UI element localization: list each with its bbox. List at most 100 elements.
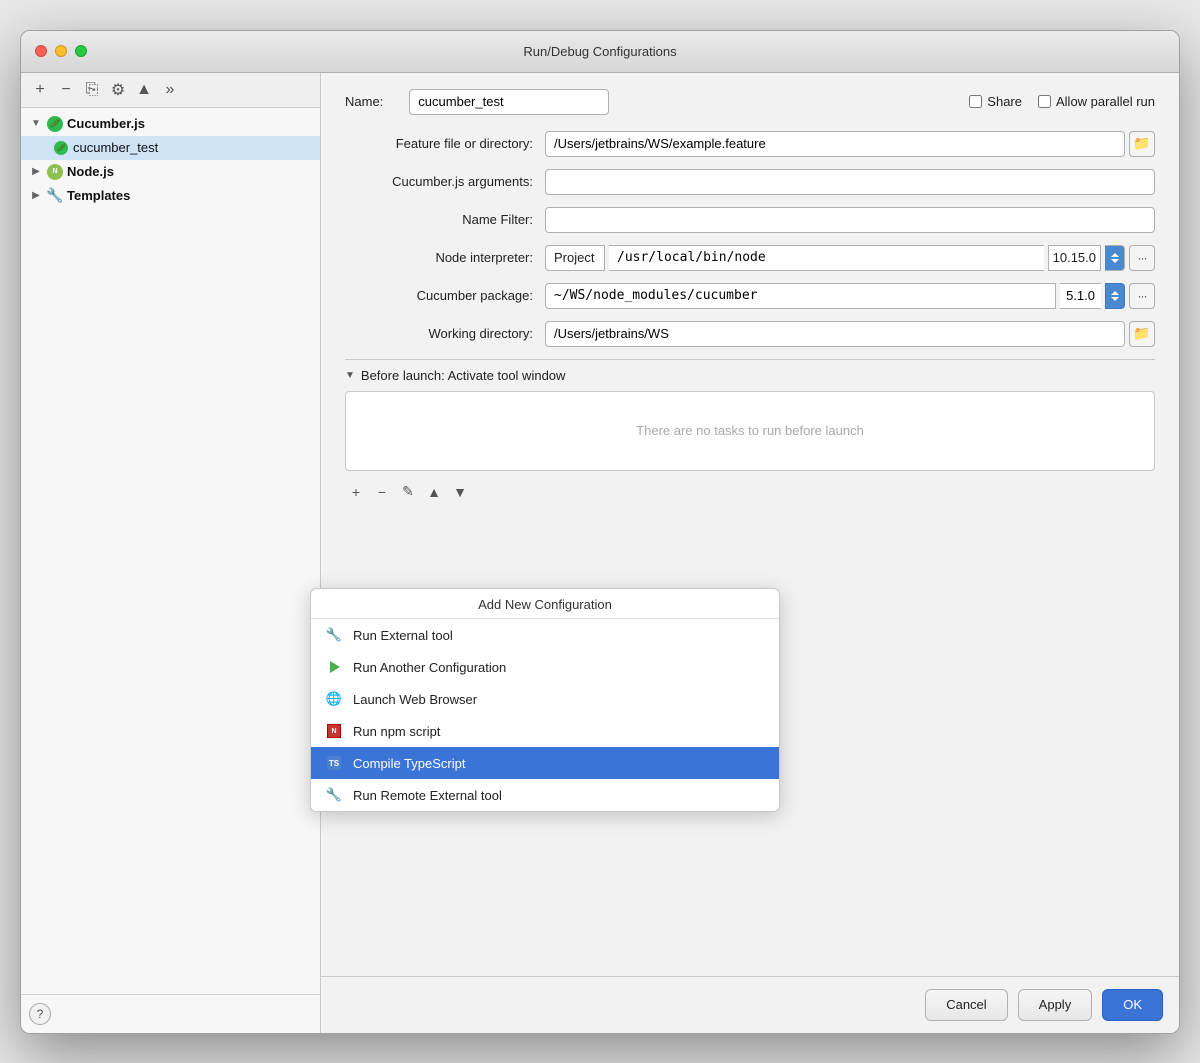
node-more-button[interactable]: ··· [1129,245,1155,271]
help-button[interactable]: ? [29,1003,51,1025]
dropdown-title: Add New Configuration [311,589,779,619]
share-checkbox[interactable] [969,95,982,108]
package-more-button[interactable]: ··· [1129,283,1155,309]
cucumber-args-input[interactable] [545,169,1155,195]
minimize-button[interactable] [55,45,67,57]
working-dir-field-group: 📁 [545,321,1155,347]
working-dir-folder-button[interactable]: 📁 [1129,321,1155,347]
before-launch-content: There are no tasks to run before launch [345,391,1155,471]
cucumber-package-row: Cucumber package: 5.1.0 ··· [345,283,1155,309]
before-launch-toolbar: + − ✎ ▲ ▼ [345,477,1155,507]
dropdown-item-label-compile-ts: Compile TypeScript [353,756,465,771]
launch-browser-icon: 🌐 [325,690,343,708]
more-button[interactable]: » [159,79,181,101]
run-another-icon [325,658,343,676]
dropdown-item-run-remote[interactable]: 🔧 Run Remote External tool [311,779,779,811]
dropdown-item-compile-ts[interactable]: TS Compile TypeScript [311,747,779,779]
add-new-configuration-dropdown[interactable]: Add New Configuration 🔧 Run External too… [310,588,780,812]
before-launch-remove-button[interactable]: − [371,481,393,503]
parallel-checkbox-group: Allow parallel run [1038,94,1155,109]
nodejs-icon: N [47,164,63,180]
move-up-button[interactable]: ▲ [133,79,155,101]
cucumber-package-label: Cucumber package: [345,288,545,303]
name-filter-row: Name Filter: [345,207,1155,233]
sidebar-toolbar: + − ⎘ ⚙ ▲ » [21,73,320,108]
traffic-lights [35,45,87,57]
compile-ts-icon: TS [325,754,343,772]
dropdown-item-run-another[interactable]: Run Another Configuration [311,651,779,683]
name-label: Name: [345,94,383,109]
main-panel: Name: Share Allow parallel run [321,73,1179,1033]
name-row: Name: Share Allow parallel run [345,89,1155,115]
node-version-display: 10.15.0 [1048,245,1101,271]
remove-configuration-button[interactable]: − [55,79,77,101]
dropdown-item-run-npm[interactable]: N Run npm script [311,715,779,747]
dropdown-item-label-run-remote: Run Remote External tool [353,788,502,803]
tree-label-cucumber-js: Cucumber.js [67,116,145,131]
run-npm-icon: N [325,722,343,740]
bottom-bar: Cancel Apply OK [321,976,1179,1033]
copy-configuration-button[interactable]: ⎘ [81,79,103,101]
expand-arrow-templates[interactable]: ▶ [29,189,43,203]
share-label: Share [987,94,1022,109]
add-configuration-button[interactable]: + [29,79,51,101]
before-launch-edit-button[interactable]: ✎ [397,481,419,503]
node-interpreter-label: Node interpreter: [345,250,545,265]
before-launch-header: ▼ Before launch: Activate tool window [345,368,1155,383]
package-version-spinner[interactable] [1105,283,1125,309]
tree-group-nodejs[interactable]: ▶ N Node.js [21,160,320,184]
working-dir-input[interactable] [545,321,1125,347]
dropdown-item-label-run-npm: Run npm script [353,724,440,739]
maximize-button[interactable] [75,45,87,57]
dropdown-item-label-run-another: Run Another Configuration [353,660,506,675]
tree-item-cucumber-test[interactable]: 🥒 cucumber_test [21,136,320,160]
before-launch-section: ▼ Before launch: Activate tool window Th… [345,368,1155,507]
run-remote-icon: 🔧 [325,786,343,804]
before-launch-empty-message: There are no tasks to run before launch [636,423,864,438]
settings-button[interactable]: ⚙ [107,79,129,101]
feature-input[interactable] [545,131,1125,157]
share-area: Share Allow parallel run [969,94,1155,109]
node-project-label: Project [545,245,605,271]
close-button[interactable] [35,45,47,57]
titlebar: Run/Debug Configurations [21,31,1179,73]
before-launch-title: Before launch: Activate tool window [361,368,566,383]
configuration-tree: ▼ 🥒 Cucumber.js 🥒 cucumber_test ▶ [21,108,320,994]
expand-arrow-nodejs[interactable]: ▶ [29,165,43,179]
expand-arrow-cucumber[interactable]: ▼ [29,117,43,131]
cancel-button[interactable]: Cancel [925,989,1007,1021]
dropdown-item-label-run-external: Run External tool [353,628,453,643]
sidebar-bottom: ? [21,994,320,1033]
node-version-spinner[interactable] [1105,245,1125,271]
cucumber-args-label: Cucumber.js arguments: [345,174,545,189]
cucumber-package-input[interactable] [545,283,1056,309]
feature-folder-button[interactable]: 📁 [1129,131,1155,157]
node-path-input[interactable] [609,245,1044,271]
name-filter-label: Name Filter: [345,212,545,227]
cucumber-args-row: Cucumber.js arguments: [345,169,1155,195]
dropdown-item-run-external[interactable]: 🔧 Run External tool [311,619,779,651]
parallel-checkbox[interactable] [1038,95,1051,108]
window-title: Run/Debug Configurations [523,44,676,59]
working-dir-row: Working directory: 📁 [345,321,1155,347]
dropdown-item-launch-browser[interactable]: 🌐 Launch Web Browser [311,683,779,715]
cucumber-icon: 🥒 [47,116,63,132]
ok-button[interactable]: OK [1102,989,1163,1021]
name-input[interactable] [409,89,609,115]
before-launch-down-button[interactable]: ▼ [449,481,471,503]
tree-group-cucumber-js[interactable]: ▼ 🥒 Cucumber.js [21,112,320,136]
section-divider [345,359,1155,360]
before-launch-collapse-arrow[interactable]: ▼ [345,370,355,381]
before-launch-up-button[interactable]: ▲ [423,481,445,503]
dropdown-item-label-launch-browser: Launch Web Browser [353,692,477,707]
working-dir-label: Working directory: [345,326,545,341]
before-launch-add-button[interactable]: + [345,481,367,503]
run-debug-window: Run/Debug Configurations + − ⎘ ⚙ ▲ » ▼ 🥒 [20,30,1180,1034]
apply-button[interactable]: Apply [1018,989,1093,1021]
package-version-display: 5.1.0 [1060,283,1101,309]
tree-group-templates[interactable]: ▶ 🔧 Templates [21,184,320,208]
wrench-icon: 🔧 [47,188,63,204]
sidebar: + − ⎘ ⚙ ▲ » ▼ 🥒 Cucumber.js [21,73,321,1033]
feature-row: Feature file or directory: 📁 [345,131,1155,157]
name-filter-input[interactable] [545,207,1155,233]
